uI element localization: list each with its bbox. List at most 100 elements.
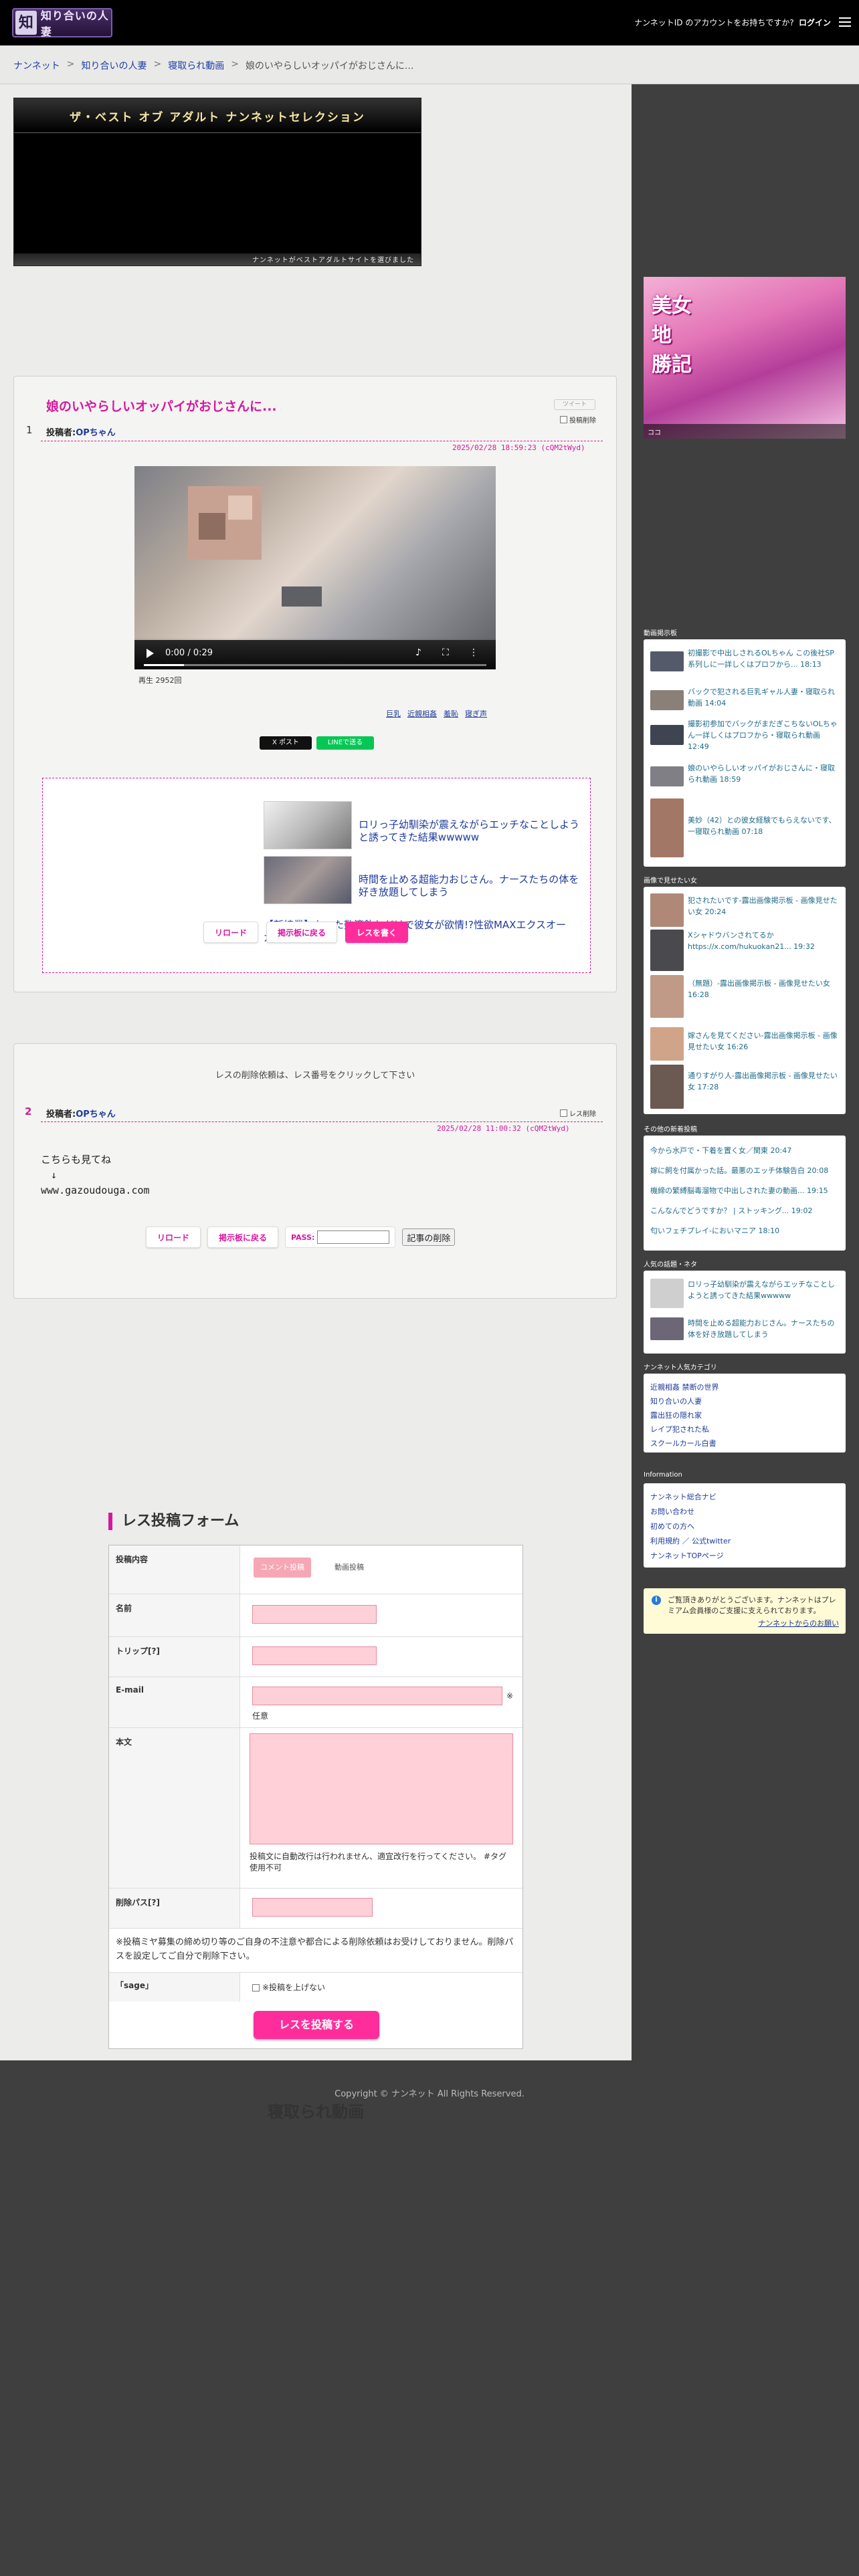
write-reply-button[interactable]: レスを書く (345, 922, 409, 943)
list-item[interactable]: スクールカール白書 (650, 1438, 717, 1449)
list-item[interactable]: 嫁に飼を付属かった話。最悪のエッチ体験告白 20:08 (650, 1165, 840, 1176)
delete-pass-input[interactable] (252, 1898, 373, 1917)
list-item[interactable]: 嫁さんを見てください-露出画像掲示板 - 画像見せたい女 16:26 (688, 1030, 838, 1053)
list-item[interactable]: 娘のいやらしいオッパイがおじさんに・寝取られ動画 18:59 (688, 762, 838, 785)
volume-icon[interactable]: ♪ (415, 647, 421, 658)
play-icon[interactable] (147, 649, 154, 658)
ad-thumbnail[interactable] (264, 801, 352, 849)
trip-input[interactable] (252, 1646, 377, 1665)
list-item[interactable]: 犯されたいです-露出画像掲示板 - 画像見せたい女 20:24 (688, 895, 838, 918)
video-progress-fill (144, 664, 184, 666)
post-number[interactable]: 1 (26, 424, 33, 436)
breadcrumb-category[interactable]: 寝取られ動画 (168, 59, 224, 72)
more-options-icon[interactable]: ⋮ (469, 647, 478, 658)
tab-video[interactable]: 動画投稿 (320, 1558, 378, 1578)
list-item[interactable]: （無題）-露出画像掲示板 - 画像見せたい女 16:28 (688, 978, 838, 1000)
tab-comment[interactable]: コメント投稿 (254, 1558, 311, 1578)
list-thumbnail[interactable] (650, 690, 684, 710)
checkbox[interactable] (560, 1109, 567, 1117)
sidebar-ad-banner[interactable]: 美女地勝記 ココ (644, 277, 846, 439)
tweet-button[interactable]: ツイート (554, 399, 595, 410)
body-textarea[interactable] (250, 1733, 513, 1844)
checkbox[interactable] (560, 416, 567, 423)
fullscreen-icon[interactable]: ⛶ (442, 647, 449, 658)
banner-footer: ナンネットがベストアダルトサイトを選びました (14, 253, 421, 265)
post-number[interactable]: 2 (25, 1105, 31, 1117)
video-progress-bar[interactable] (144, 664, 486, 666)
tag-link[interactable]: 近親相姦 (407, 708, 437, 719)
list-item[interactable]: 匂いフェチプレイ-においマニア 18:10 (650, 1225, 840, 1237)
list-thumbnail[interactable] (650, 975, 684, 1018)
list-thumbnail[interactable] (650, 766, 684, 786)
checkbox[interactable] (252, 1984, 260, 1992)
site-logo[interactable]: 知 知り合いの人妻 (12, 8, 112, 38)
list-item[interactable]: こんなんでどうですか？ | ストッキング... 19:02 (650, 1205, 840, 1216)
list-item[interactable]: 今から水戸で・下着を置く女／関東 20:47 (650, 1145, 840, 1156)
back-to-board-button[interactable]: 掲示板に戻る (207, 1226, 279, 1248)
list-item[interactable]: 近親相姦 禁断の世界 (650, 1382, 719, 1393)
list-item[interactable]: レイプ犯された私 (650, 1424, 709, 1435)
list-item[interactable]: 通りすがり人-露出画像掲示板 - 画像見せたい女 17:28 (688, 1070, 838, 1093)
list-thumbnail[interactable] (650, 930, 684, 971)
ad-thumbnail[interactable] (264, 856, 352, 904)
list-item[interactable]: 撮影初参加でバックがまだぎこちないOLちゃん一詳しくはプロフから・寝取られ動画 … (688, 718, 838, 752)
top-banner[interactable]: ザ・ベスト オブ アダルト ナンネットセレクション ナンネットがベストアダルトサ… (13, 98, 421, 266)
line-share-button[interactable]: LINEで送る (316, 736, 374, 750)
list-thumbnail[interactable] (650, 893, 684, 927)
ad-link[interactable]: 時間を止める超能力おじさん。ナースたちの体を好き放題してしまう (359, 873, 579, 899)
list-thumbnail[interactable] (650, 1027, 684, 1061)
menu-icon[interactable] (839, 17, 851, 27)
field-label: 投稿内容 (109, 1545, 240, 1594)
list-item[interactable]: 機締の繁縛脳毒溜物で中出しされた妻の動画... 19:15 (650, 1185, 840, 1196)
reload-button[interactable]: リロード (146, 1226, 201, 1248)
post-delete-check[interactable]: 投稿削除 (560, 415, 596, 425)
breadcrumb-home[interactable]: ナンネット (13, 59, 60, 72)
list-item[interactable]: 利用規約 ／ 公式twitter (650, 1535, 731, 1547)
tag-link[interactable]: 巨乳 (386, 708, 401, 719)
post-date: 2025/02/28 18:59:23 (cQM2tWyd) (452, 443, 585, 452)
list-item[interactable]: 知り合いの人妻 (650, 1396, 702, 1407)
video-player[interactable]: 0:00 / 0:29 ♪ ⛶ ⋮ (134, 466, 496, 669)
breadcrumb-board[interactable]: 知り合いの人妻 (81, 59, 147, 72)
delete-article-button[interactable]: 記事の削除 (402, 1228, 456, 1246)
list-thumbnail[interactable] (650, 1065, 684, 1109)
list-thumbnail[interactable] (650, 725, 684, 745)
information-list: ナンネット総合ナビ お問い合わせ 初めての方へ 利用規約 ／ 公式twitter… (644, 1483, 846, 1568)
reload-button[interactable]: リロード (203, 922, 259, 943)
list-thumbnail[interactable] (650, 651, 684, 671)
sage-option-label: ※投稿を上げない (262, 1983, 326, 1992)
name-input[interactable] (252, 1605, 377, 1624)
ad-link[interactable]: ロリっ子幼馴染が震えながらエッチなことしようと誘ってきた結果wwwww (359, 819, 579, 844)
tag-link[interactable]: 羞恥 (444, 708, 458, 719)
email-input[interactable] (252, 1687, 502, 1705)
list-item[interactable]: 美妙（42）との彼女経験でもらえないです、一寝取られ動画 07:18 (688, 815, 838, 837)
list-item[interactable]: 露出狂の隠れ家 (650, 1410, 702, 1421)
form-row-body: 本文 投稿文に自動改行は行われません、適宜改行を行ってください。 #タグ使用不可 (109, 1727, 522, 1888)
banner-header: ザ・ベスト オブ アダルト ナンネットセレクション (14, 98, 421, 133)
form-row-sage: 「sage」 ※投稿を上げない (109, 1972, 522, 2002)
sage-option[interactable]: ※投稿を上げない (252, 1982, 325, 1994)
list-item[interactable]: バックで犯される巨乳ギャル人妻・寝取られ動画 14:04 (688, 686, 838, 709)
list-item[interactable]: 初めての方へ (650, 1521, 694, 1532)
login-link[interactable]: ログイン (799, 17, 831, 28)
field-label: 「sage」 (109, 1973, 240, 2002)
tag-link[interactable]: 寝ぎ声 (465, 708, 487, 719)
list-item[interactable]: Xシャドウバンされてるか https://x.com/hukuokan21...… (688, 930, 838, 952)
list-item[interactable]: お問い合わせ (650, 1506, 694, 1517)
notice-link[interactable]: ナンネットからのお願い (758, 1618, 839, 1628)
x-post-button[interactable]: X ポスト (260, 736, 312, 750)
list-item[interactable]: 時間を止める超能力おじさん。ナースたちの体を好き放題してしまう (688, 1317, 838, 1340)
reply-delete-check[interactable]: レス削除 (560, 1108, 596, 1118)
list-item[interactable]: 初撮影で中出しされるOLちゃん この後社SP系列しに一詳しくはプロフから... … (688, 647, 838, 670)
list-thumbnail[interactable] (650, 1279, 684, 1308)
back-to-board-button[interactable]: 掲示板に戻る (266, 922, 338, 943)
list-item[interactable]: ロリっ子幼馴染が震えながらエッチなことしようと誘ってきた結果wwwww (688, 1279, 838, 1301)
list-thumbnail[interactable] (650, 798, 684, 857)
reply-form-heading: レス投稿フォーム (108, 1513, 239, 1530)
list-thumbnail[interactable] (650, 1317, 684, 1340)
list-item[interactable]: ナンネット総合ナビ (650, 1491, 717, 1503)
submit-reply-button[interactable]: レスを投稿する (254, 2011, 379, 2039)
list-item[interactable]: ナンネットTOPページ (650, 1550, 724, 1562)
main-column: ザ・ベスト オブ アダルト ナンネットセレクション ナンネットがベストアダルトサ… (0, 84, 632, 2121)
pass-input[interactable] (317, 1230, 390, 1244)
